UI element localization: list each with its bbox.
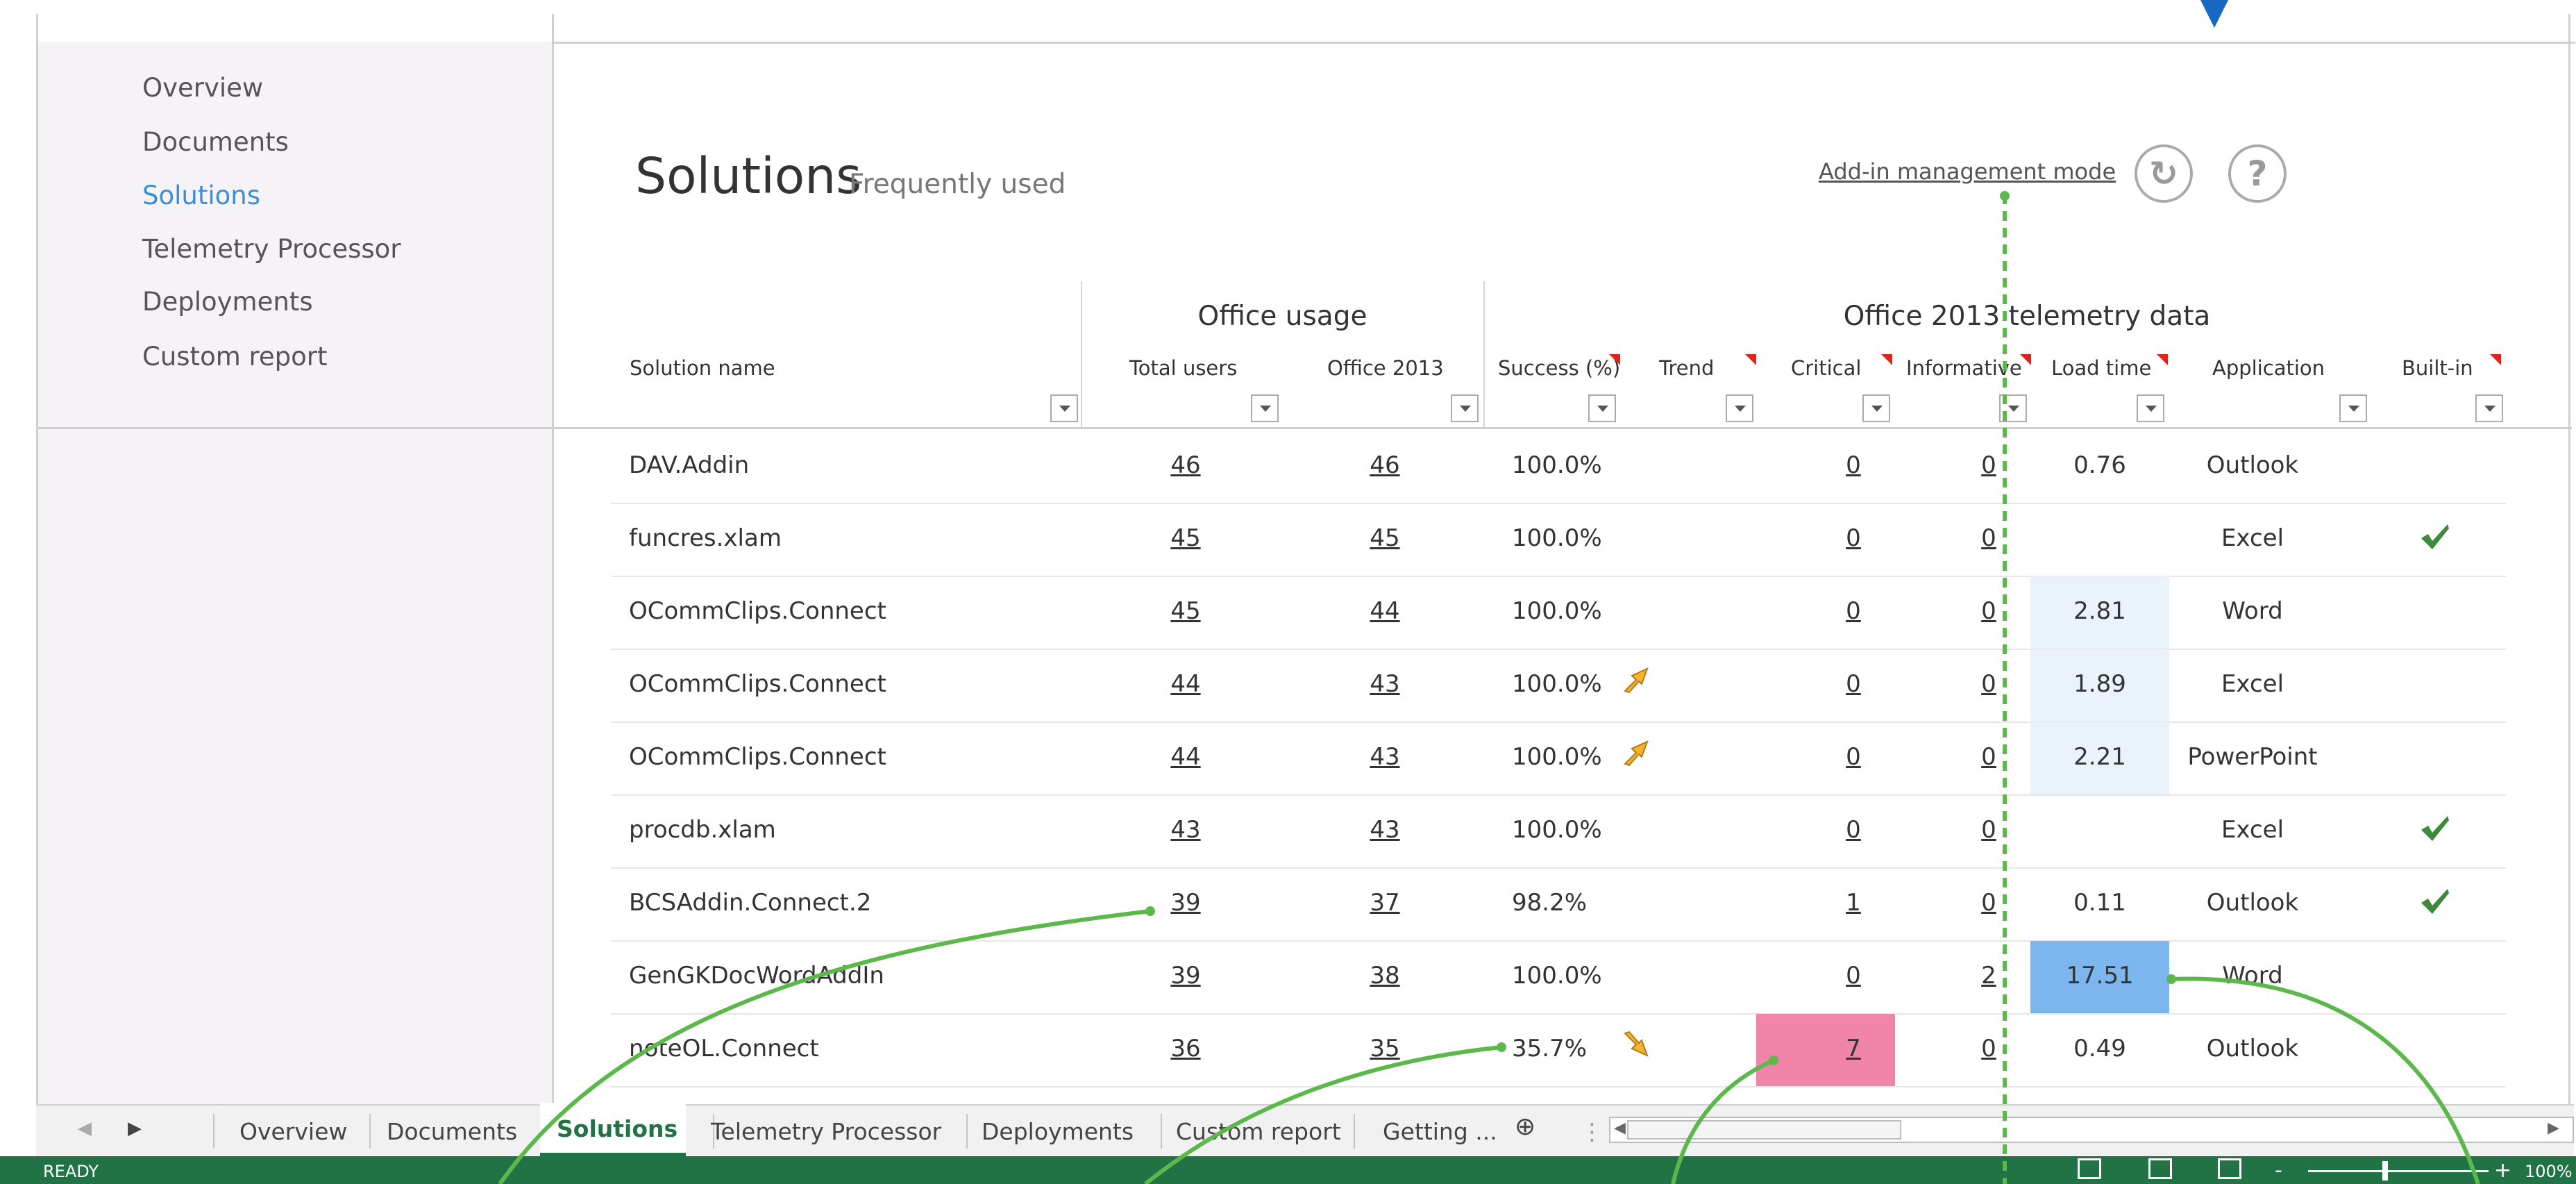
annotation-arrow-total-users bbox=[498, 909, 1151, 1184]
annotation-dot bbox=[1497, 1042, 1506, 1052]
annotation-dot bbox=[1769, 1056, 1778, 1065]
annotation-dot bbox=[2166, 974, 2176, 984]
annotation-pointer-icon bbox=[2200, 0, 2228, 28]
annotation-arrow-critical bbox=[1671, 1058, 1775, 1184]
annotation-dot bbox=[1145, 906, 1155, 916]
annotation-arrow-load-time bbox=[2171, 976, 2480, 1184]
annotation-arrow-success bbox=[1144, 1045, 1502, 1184]
annotation-dot bbox=[2000, 191, 2010, 201]
annotation-overlay bbox=[498, 0, 2480, 1184]
